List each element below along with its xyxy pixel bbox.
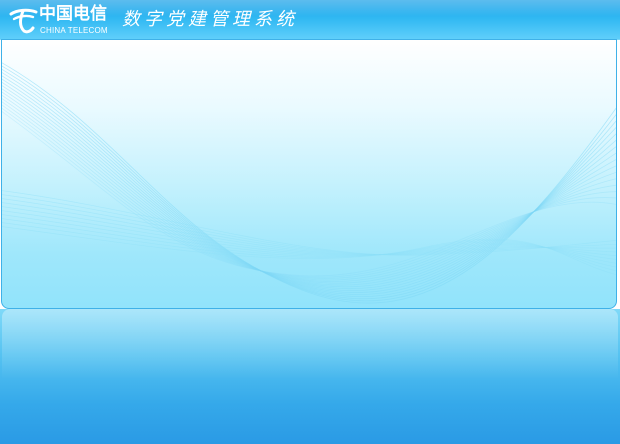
reflection-sheen [2, 309, 618, 379]
system-title: 数字党建管理系统 [122, 9, 298, 30]
app-window: 中国电信 CHINA TELECOM 数字党建管理系统 [0, 0, 620, 444]
background-wave-graphic [2, 62, 616, 304]
logo-english-text: CHINA TELECOM [40, 26, 108, 35]
logo-chinese-text: 中国电信 [39, 4, 107, 24]
header-bar: 中国电信 CHINA TELECOM 数字党建管理系统 [0, 0, 620, 40]
china-telecom-logo-icon [9, 8, 38, 34]
china-telecom-logo: 中国电信 CHINA TELECOM [8, 3, 116, 37]
main-content-panel [1, 39, 617, 309]
bottom-reflection-area [0, 309, 620, 444]
